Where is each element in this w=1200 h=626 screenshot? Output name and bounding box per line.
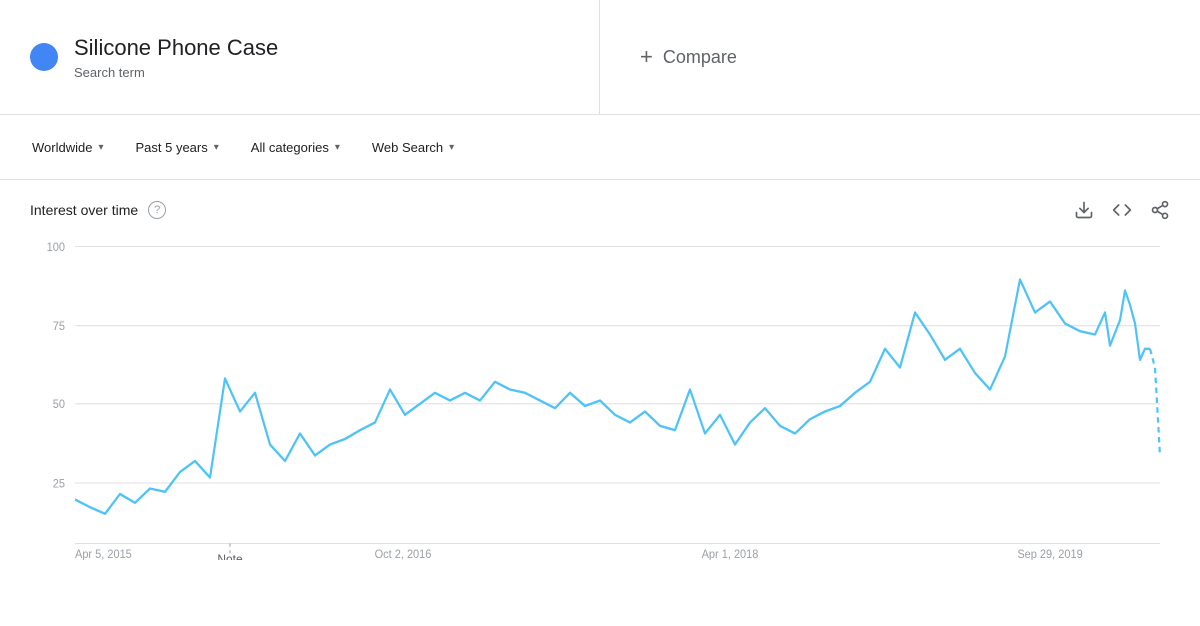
search-term-section: Silicone Phone Case Search term [0,0,600,114]
category-filter[interactable]: All categories ▾ [239,132,352,163]
chart-container: 100 75 50 25 Note Apr 5, 2015 Oct 2, 201… [30,230,1170,560]
category-label: All categories [251,140,329,155]
location-label: Worldwide [32,140,92,155]
download-icon[interactable] [1074,200,1094,220]
chart-section: Interest over time ? [0,180,1200,570]
search-type-label: Web Search [372,140,443,155]
location-filter[interactable]: Worldwide ▾ [20,132,115,163]
y-label-50: 50 [53,399,65,412]
note-label: Note [217,552,242,560]
search-term-title: Silicone Phone Case [74,34,278,63]
page-header: Silicone Phone Case Search term + Compar… [0,0,1200,115]
chart-actions [1074,200,1170,220]
y-label-75: 75 [53,321,65,334]
category-chevron-icon: ▾ [335,142,340,153]
trend-chart: 100 75 50 25 Note Apr 5, 2015 Oct 2, 201… [30,230,1170,560]
x-label-sep2019: Sep 29, 2019 [1017,548,1082,560]
compare-section: + Compare [600,0,1200,114]
plus-icon: + [640,44,653,70]
help-icon[interactable]: ? [148,201,166,219]
search-term-text: Silicone Phone Case Search term [74,34,278,81]
x-label-apr2015: Apr 5, 2015 [75,548,132,560]
trend-line-dashed [1150,349,1160,456]
compare-button[interactable]: + Compare [640,44,737,70]
y-label-100: 100 [47,241,65,254]
time-range-label: Past 5 years [135,140,207,155]
trend-line [75,280,1150,514]
chart-header: Interest over time ? [30,200,1170,220]
search-type-chevron-icon: ▾ [449,142,454,153]
x-label-oct2016: Oct 2, 2016 [375,548,432,560]
term-color-dot [30,43,58,71]
y-label-25: 25 [53,478,65,491]
chart-title-group: Interest over time ? [30,201,166,219]
search-type-filter[interactable]: Web Search ▾ [360,132,466,163]
filters-bar: Worldwide ▾ Past 5 years ▾ All categorie… [0,115,1200,180]
x-label-apr2018: Apr 1, 2018 [702,548,759,560]
time-range-chevron-icon: ▾ [214,142,219,153]
search-term-subtitle: Search term [74,65,278,80]
help-symbol: ? [154,204,160,216]
compare-label: Compare [663,47,737,68]
time-range-filter[interactable]: Past 5 years ▾ [123,132,230,163]
share-icon[interactable] [1150,200,1170,220]
chart-title: Interest over time [30,202,138,218]
embed-code-icon[interactable] [1112,200,1132,220]
location-chevron-icon: ▾ [98,142,103,153]
